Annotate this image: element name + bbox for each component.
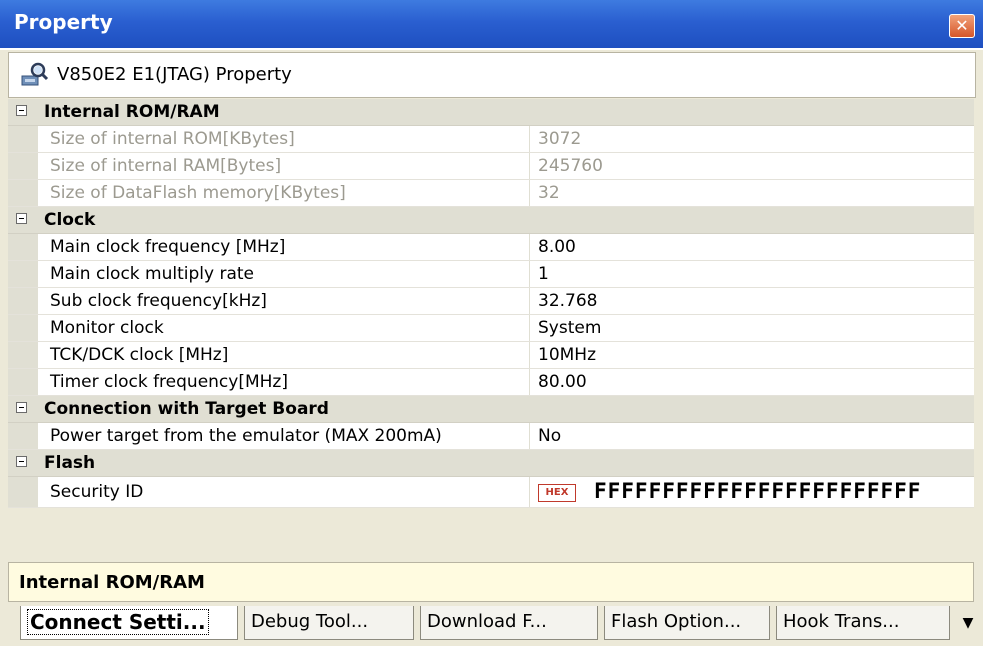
hex-icon: HEX	[538, 484, 576, 502]
category-connection-with-target-board[interactable]: Connection with Target Board	[8, 396, 974, 423]
description-text: Internal ROM/RAM	[19, 572, 205, 593]
tab-overflow-button[interactable]: ▼	[959, 612, 977, 634]
security-id-value[interactable]: FFFFFFFFFFFFFFFFFFFFFFFF	[594, 479, 921, 503]
category-title: Clock	[44, 210, 96, 230]
category-internal-rom-ram[interactable]: Internal ROM/RAM	[8, 99, 974, 126]
property-value[interactable]: 1	[538, 264, 549, 284]
property-row[interactable]: Main clock frequency [MHz] 8.00	[8, 234, 974, 261]
tab-hook-transaction[interactable]: Hook Trans...	[776, 606, 950, 640]
category-title: Internal ROM/RAM	[44, 102, 220, 122]
property-value[interactable]: 80.00	[538, 372, 587, 392]
collapse-icon[interactable]	[16, 213, 27, 224]
property-row[interactable]: Sub clock frequency[kHz] 32.768	[8, 288, 974, 315]
property-row[interactable]: TCK/DCK clock [MHz] 10MHz	[8, 342, 974, 369]
tab-label: Download F...	[427, 611, 547, 632]
property-name: Security ID	[50, 482, 144, 502]
collapse-icon[interactable]	[16, 105, 27, 116]
property-row: Size of internal RAM[Bytes] 245760	[8, 153, 974, 180]
property-name: Timer clock frequency[MHz]	[50, 372, 288, 392]
tab-debug-tool[interactable]: Debug Tool...	[244, 606, 414, 640]
title-bar[interactable]: Property ✕	[0, 0, 983, 50]
property-value: 3072	[538, 129, 582, 149]
category-title: Connection with Target Board	[44, 399, 329, 419]
property-header: V850E2 E1(JTAG) Property	[8, 52, 976, 98]
tab-label: Connect Setti...	[27, 609, 209, 635]
category-flash[interactable]: Flash	[8, 450, 974, 477]
category-clock[interactable]: Clock	[8, 207, 974, 234]
collapse-icon[interactable]	[16, 402, 27, 413]
property-row[interactable]: Main clock multiply rate 1	[8, 261, 974, 288]
property-value[interactable]: 8.00	[538, 237, 576, 257]
property-name: Monitor clock	[50, 318, 164, 338]
collapse-icon[interactable]	[16, 456, 27, 467]
tab-label: Hook Trans...	[783, 611, 900, 632]
property-row: Size of DataFlash memory[KBytes] 32	[8, 180, 974, 207]
property-row[interactable]: Timer clock frequency[MHz] 80.00	[8, 369, 974, 396]
chevron-down-icon: ▼	[962, 615, 974, 631]
tab-flash-option[interactable]: Flash Option...	[604, 606, 770, 640]
property-value[interactable]: 10MHz	[538, 345, 596, 365]
property-name: Size of internal RAM[Bytes]	[50, 156, 282, 176]
property-window: Property ✕ V850E2 E1(JTAG) Property Inte…	[0, 0, 983, 646]
tab-label: Flash Option...	[611, 611, 742, 632]
tab-connect-settings[interactable]: Connect Setti...	[20, 606, 238, 640]
property-name: Size of DataFlash memory[KBytes]	[50, 183, 346, 203]
property-value[interactable]: 32.768	[538, 291, 597, 311]
property-value: 245760	[538, 156, 603, 176]
property-value[interactable]: No	[538, 426, 561, 446]
property-grid: Internal ROM/RAM Size of internal ROM[KB…	[8, 99, 974, 508]
property-value: 32	[538, 183, 560, 203]
header-title: V850E2 E1(JTAG) Property	[57, 64, 292, 85]
close-icon: ✕	[955, 16, 969, 35]
property-name: TCK/DCK clock [MHz]	[50, 345, 229, 365]
window-title: Property	[14, 10, 113, 34]
property-row: Size of internal ROM[KBytes] 3072	[8, 126, 974, 153]
property-row[interactable]: Security ID HEX FFFFFFFFFFFFFFFFFFFFFFFF	[8, 477, 974, 508]
category-title: Flash	[44, 453, 96, 473]
tab-label: Debug Tool...	[251, 611, 369, 632]
property-row[interactable]: Power target from the emulator (MAX 200m…	[8, 423, 974, 450]
tab-download-file[interactable]: Download F...	[420, 606, 598, 640]
property-description: Internal ROM/RAM	[8, 562, 974, 602]
property-value[interactable]: System	[538, 318, 601, 338]
close-button[interactable]: ✕	[949, 14, 975, 38]
property-name: Main clock multiply rate	[50, 264, 255, 284]
property-name: Power target from the emulator (MAX 200m…	[50, 426, 442, 446]
tab-bar: Connect Setti... Debug Tool... Download …	[0, 604, 983, 646]
debug-tool-icon	[21, 62, 49, 86]
property-name: Main clock frequency [MHz]	[50, 237, 286, 257]
property-name: Sub clock frequency[kHz]	[50, 291, 267, 311]
property-name: Size of internal ROM[KBytes]	[50, 129, 295, 149]
property-row[interactable]: Monitor clock System	[8, 315, 974, 342]
